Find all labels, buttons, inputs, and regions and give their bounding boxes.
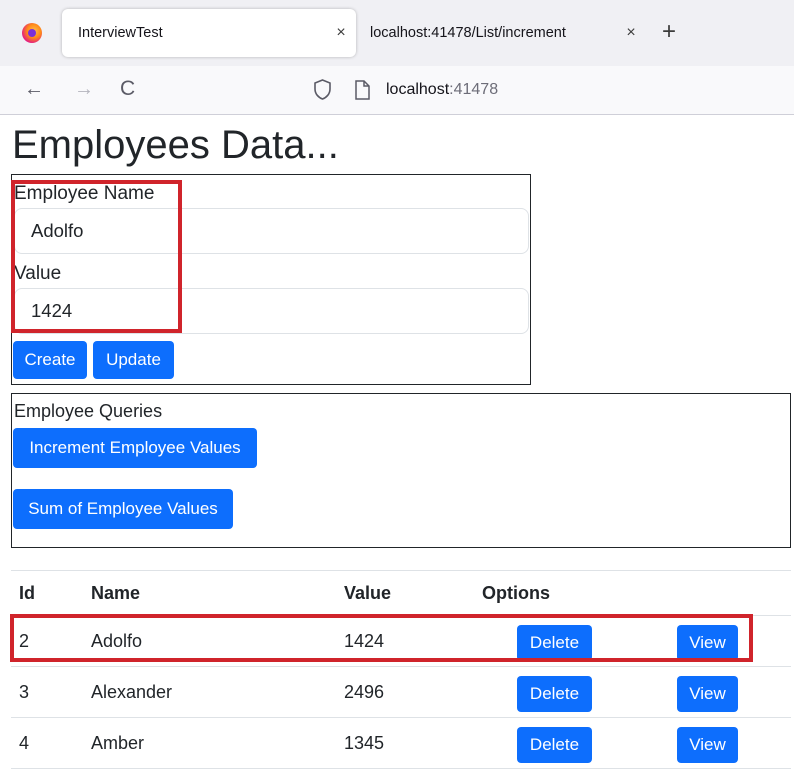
table-row: 2 Adolfo 1424 Delete View (11, 615, 791, 667)
column-header-id: Id (11, 570, 83, 616)
close-icon[interactable]: × (616, 24, 646, 42)
cell-options: Delete View (474, 615, 791, 667)
value-input[interactable] (14, 288, 529, 334)
view-button[interactable]: View (677, 727, 738, 763)
value-label: Value (14, 263, 62, 284)
cell-id: 2 (11, 615, 83, 667)
url-port: :41478 (449, 81, 499, 98)
tab-title: InterviewTest (78, 25, 163, 41)
browser-tab-bar: InterviewTest × localhost:41478/List/inc… (0, 0, 794, 66)
column-header-name: Name (83, 570, 336, 616)
page-icon (355, 80, 370, 100)
url-bar[interactable]: localhost:41478 (386, 79, 498, 101)
table-header-row: Id Name Value Options (11, 570, 791, 616)
view-button[interactable]: View (677, 625, 738, 661)
reload-icon[interactable]: C (120, 76, 135, 102)
firefox-logo-icon[interactable] (22, 23, 42, 43)
employees-table: Id Name Value Options 2 Adolfo 1424 Dele… (11, 570, 791, 769)
cell-value: 2496 (336, 666, 474, 718)
cell-name: Alexander (83, 666, 336, 718)
tab-increment[interactable]: localhost:41478/List/increment × (356, 9, 646, 57)
sum-employee-values-button[interactable]: Sum of Employee Values (13, 489, 233, 529)
increment-employee-values-button[interactable]: Increment Employee Values (13, 428, 257, 468)
cell-id: 3 (11, 666, 83, 718)
tab-interviewtest[interactable]: InterviewTest × (62, 9, 356, 57)
view-button[interactable]: View (677, 676, 738, 712)
table-row: 3 Alexander 2496 Delete View (11, 666, 791, 718)
employee-form: Employee Name Value Create Update (11, 174, 531, 385)
tab-title: localhost:41478/List/increment (370, 25, 566, 41)
cell-options: Delete View (474, 666, 791, 718)
employee-name-label: Employee Name (14, 183, 155, 204)
delete-button[interactable]: Delete (517, 727, 592, 763)
employee-queries-label: Employee Queries (14, 401, 163, 421)
url-host: localhost (386, 81, 450, 98)
update-button[interactable]: Update (93, 341, 174, 379)
new-tab-icon[interactable]: + (662, 17, 676, 47)
forward-arrow-icon[interactable]: → (74, 76, 94, 102)
create-button[interactable]: Create (13, 341, 87, 379)
cell-name: Adolfo (83, 615, 336, 667)
page-title: Employees Data... (12, 123, 339, 167)
delete-button[interactable]: Delete (517, 625, 592, 661)
shield-icon[interactable] (314, 79, 331, 100)
cell-value: 1424 (336, 615, 474, 667)
delete-button[interactable]: Delete (517, 676, 592, 712)
employee-name-input[interactable] (14, 208, 529, 254)
back-arrow-icon[interactable]: ← (24, 76, 44, 102)
employee-queries-panel: Employee Queries Increment Employee Valu… (11, 393, 791, 548)
close-icon[interactable]: × (326, 24, 356, 42)
column-header-options: Options (474, 570, 791, 616)
column-header-value: Value (336, 570, 474, 616)
